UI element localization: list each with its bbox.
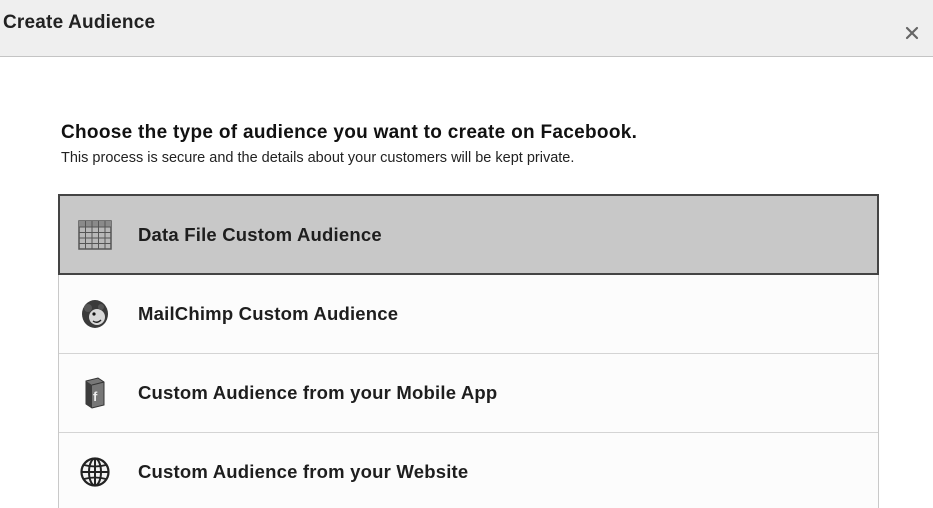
option-label: Custom Audience from your Mobile App bbox=[138, 382, 498, 403]
audience-options-list: Data File Custom Audience MailChimp Cust… bbox=[58, 194, 879, 508]
svg-text:f: f bbox=[93, 389, 98, 404]
option-label: Custom Audience from your Website bbox=[138, 461, 469, 482]
privacy-note: This process is secure and the details a… bbox=[61, 150, 575, 166]
option-mobile-app-custom-audience[interactable]: f Custom Audience from your Mobile App bbox=[59, 353, 878, 432]
audience-type-heading: Choose the type of audience you want to … bbox=[61, 122, 638, 143]
mobile-app-icon: f bbox=[77, 375, 113, 411]
globe-icon bbox=[77, 454, 113, 490]
option-mailchimp-custom-audience[interactable]: MailChimp Custom Audience bbox=[59, 274, 878, 353]
option-label: MailChimp Custom Audience bbox=[138, 303, 399, 324]
create-audience-dialog: Create Audience Choose the type of audie… bbox=[0, 0, 933, 508]
option-label: Data File Custom Audience bbox=[138, 223, 382, 245]
option-website-custom-audience[interactable]: Custom Audience from your Website bbox=[59, 432, 878, 508]
spreadsheet-icon bbox=[77, 217, 113, 253]
dialog-title: Create Audience bbox=[3, 12, 156, 33]
mailchimp-icon bbox=[77, 296, 113, 332]
dialog-content: Choose the type of audience you want to … bbox=[61, 122, 881, 166]
close-icon[interactable] bbox=[901, 22, 923, 44]
option-data-file-custom-audience[interactable]: Data File Custom Audience bbox=[58, 194, 879, 275]
dialog-header: Create Audience bbox=[0, 0, 933, 57]
